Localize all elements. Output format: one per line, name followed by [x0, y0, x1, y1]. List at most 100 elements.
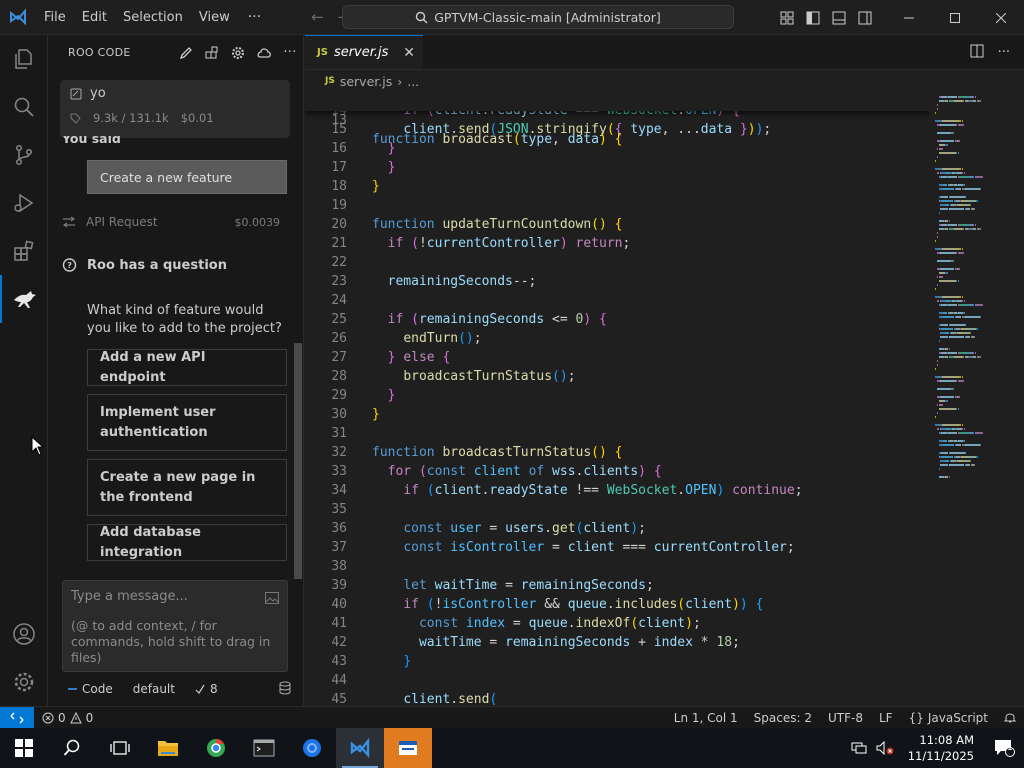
maximize-button[interactable]: [932, 0, 978, 35]
message-input[interactable]: Type a message... (@ to add context, / f…: [62, 580, 288, 672]
problems-indicator[interactable]: 0 0: [34, 711, 101, 725]
notifications-bell-icon[interactable]: [996, 711, 1024, 724]
code-line[interactable]: 44: [305, 671, 930, 690]
code-editor[interactable]: 13 function broadcast(type, data) { 14 i…: [305, 92, 930, 706]
profile-selector[interactable]: default: [127, 682, 181, 696]
toggle-primary-sidebar-icon[interactable]: [800, 0, 826, 35]
code-line[interactable]: 39 let waitTime = remainingSeconds;: [305, 576, 930, 595]
mode-selector[interactable]: Code: [62, 682, 119, 696]
code-line[interactable]: 17 }: [305, 158, 930, 177]
language-mode[interactable]: {} JavaScript: [901, 711, 996, 725]
network-icon[interactable]: [846, 728, 872, 768]
suggestion-database[interactable]: Add database integration: [87, 524, 287, 561]
minimize-button[interactable]: [886, 0, 932, 35]
source-control-icon[interactable]: [0, 131, 48, 179]
auto-approve-toggle[interactable]: 8: [189, 682, 224, 696]
code-line[interactable]: 31: [305, 424, 930, 443]
editor-scrollbar[interactable]: [1017, 92, 1024, 706]
notification-center-icon[interactable]: 1: [984, 728, 1024, 768]
code-line[interactable]: 45 client.send(: [305, 690, 930, 706]
toggle-secondary-sidebar-icon[interactable]: [852, 0, 878, 35]
file-explorer-icon[interactable]: [144, 728, 192, 768]
chrome-window-icon[interactable]: [288, 728, 336, 768]
system-clock[interactable]: 11:08 AM 11/11/2025: [898, 732, 984, 764]
editor-more-actions-icon[interactable]: ···: [994, 45, 1014, 60]
code-line[interactable]: 28 broadcastTurnStatus();: [305, 367, 930, 386]
code-line[interactable]: 21 if (!currentController) return;: [305, 234, 930, 253]
remote-indicator-icon[interactable]: [0, 706, 34, 729]
code-line[interactable]: 29 }: [305, 386, 930, 405]
code-line[interactable]: 27 } else {: [305, 348, 930, 367]
sticky-scroll-line[interactable]: 13 function broadcast(type, data) {: [305, 92, 930, 147]
back-arrow-icon[interactable]: ←: [311, 8, 324, 26]
encoding[interactable]: UTF-8: [820, 711, 871, 725]
menu-view[interactable]: View: [191, 0, 238, 35]
add-image-icon[interactable]: [265, 589, 279, 608]
code-line[interactable]: 26 endTurn();: [305, 329, 930, 348]
app-window-icon[interactable]: [384, 728, 432, 768]
breadcrumb-symbol[interactable]: ...: [407, 74, 419, 89]
end-of-line[interactable]: LF: [871, 711, 901, 725]
search-view-icon[interactable]: [0, 83, 48, 131]
accounts-icon[interactable]: [0, 610, 48, 658]
suggestion-user-auth[interactable]: Implement user authentication: [87, 394, 287, 451]
code-line[interactable]: 22: [305, 253, 930, 272]
more-actions-icon[interactable]: ···: [277, 45, 303, 60]
split-editor-icon[interactable]: [966, 43, 988, 62]
code-line[interactable]: 41 const index = queue.indexOf(client);: [305, 614, 930, 633]
marketplace-icon[interactable]: [199, 46, 225, 60]
code-line[interactable]: 25 if (remainingSeconds <= 0) {: [305, 310, 930, 329]
run-debug-icon[interactable]: [0, 179, 48, 227]
menu-edit[interactable]: Edit: [74, 0, 115, 35]
vscode-taskbar-icon[interactable]: [336, 728, 384, 768]
code-line[interactable]: 38: [305, 557, 930, 576]
menu-selection[interactable]: Selection: [115, 0, 191, 35]
volume-muted-icon[interactable]: [872, 728, 898, 768]
customize-layout-icon[interactable]: [774, 0, 800, 35]
settings-gear-icon[interactable]: [0, 658, 48, 706]
code-line[interactable]: 30}: [305, 405, 930, 424]
close-window-button[interactable]: [978, 0, 1024, 35]
code-line[interactable]: 23 remainingSeconds--;: [305, 272, 930, 291]
explorer-icon[interactable]: [0, 35, 48, 83]
new-task-pencil-icon[interactable]: [173, 46, 199, 60]
database-icon[interactable]: [278, 681, 292, 698]
command-center[interactable]: GPTVM-Classic-main [Administrator]: [342, 5, 734, 29]
terminal-icon[interactable]: [240, 728, 288, 768]
menu-file[interactable]: File: [36, 0, 74, 35]
cursor-position[interactable]: Ln 1, Col 1: [666, 711, 746, 725]
settings-icon[interactable]: [225, 46, 251, 60]
code-line[interactable]: 35: [305, 500, 930, 519]
code-line[interactable]: 43 }: [305, 652, 930, 671]
code-line[interactable]: 33 for (const client of wss.clients) {: [305, 462, 930, 481]
api-request-row[interactable]: API Request $0.0039: [62, 215, 280, 229]
code-line[interactable]: 19: [305, 196, 930, 215]
menu-more-button[interactable]: ···: [238, 0, 271, 35]
suggestion-api-endpoint[interactable]: Add a new API endpoint: [87, 349, 287, 386]
code-line[interactable]: 40 if (!isController && queue.includes(c…: [305, 595, 930, 614]
code-line[interactable]: 18}: [305, 177, 930, 196]
breadcrumb-file[interactable]: server.js: [340, 74, 392, 89]
suggestion-frontend-page[interactable]: Create a new page in the frontend: [87, 459, 287, 516]
code-line[interactable]: 37 const isController = client === curre…: [305, 538, 930, 557]
indentation[interactable]: Spaces: 2: [746, 711, 820, 725]
cloud-icon[interactable]: [251, 47, 277, 59]
minimap[interactable]: [935, 92, 1017, 512]
sidebar-scrollbar[interactable]: [294, 343, 302, 579]
code-line[interactable]: 20 function updateTurnCountdown() {: [305, 215, 930, 234]
code-line[interactable]: 36 const user = users.get(client);: [305, 519, 930, 538]
taskbar-search-icon[interactable]: [48, 728, 96, 768]
code-line[interactable]: 32 function broadcastTurnStatus() {: [305, 443, 930, 462]
close-tab-icon[interactable]: ✕: [403, 45, 415, 61]
task-view-icon[interactable]: [96, 728, 144, 768]
code-line[interactable]: 34 if (client.readyState !== WebSocket.O…: [305, 481, 930, 500]
extensions-icon[interactable]: [0, 227, 48, 275]
task-header[interactable]: yo 9.3k / 131.1k $0.01: [60, 80, 290, 138]
code-line[interactable]: 24: [305, 291, 930, 310]
toggle-panel-icon[interactable]: [826, 0, 852, 35]
code-line[interactable]: 42 waitTime = remainingSeconds + index *…: [305, 633, 930, 652]
roo-code-icon[interactable]: [0, 275, 48, 323]
chrome-icon[interactable]: [192, 728, 240, 768]
windows-start-icon[interactable]: [0, 728, 48, 768]
tab-server-js[interactable]: JS server.js ✕: [305, 35, 423, 69]
